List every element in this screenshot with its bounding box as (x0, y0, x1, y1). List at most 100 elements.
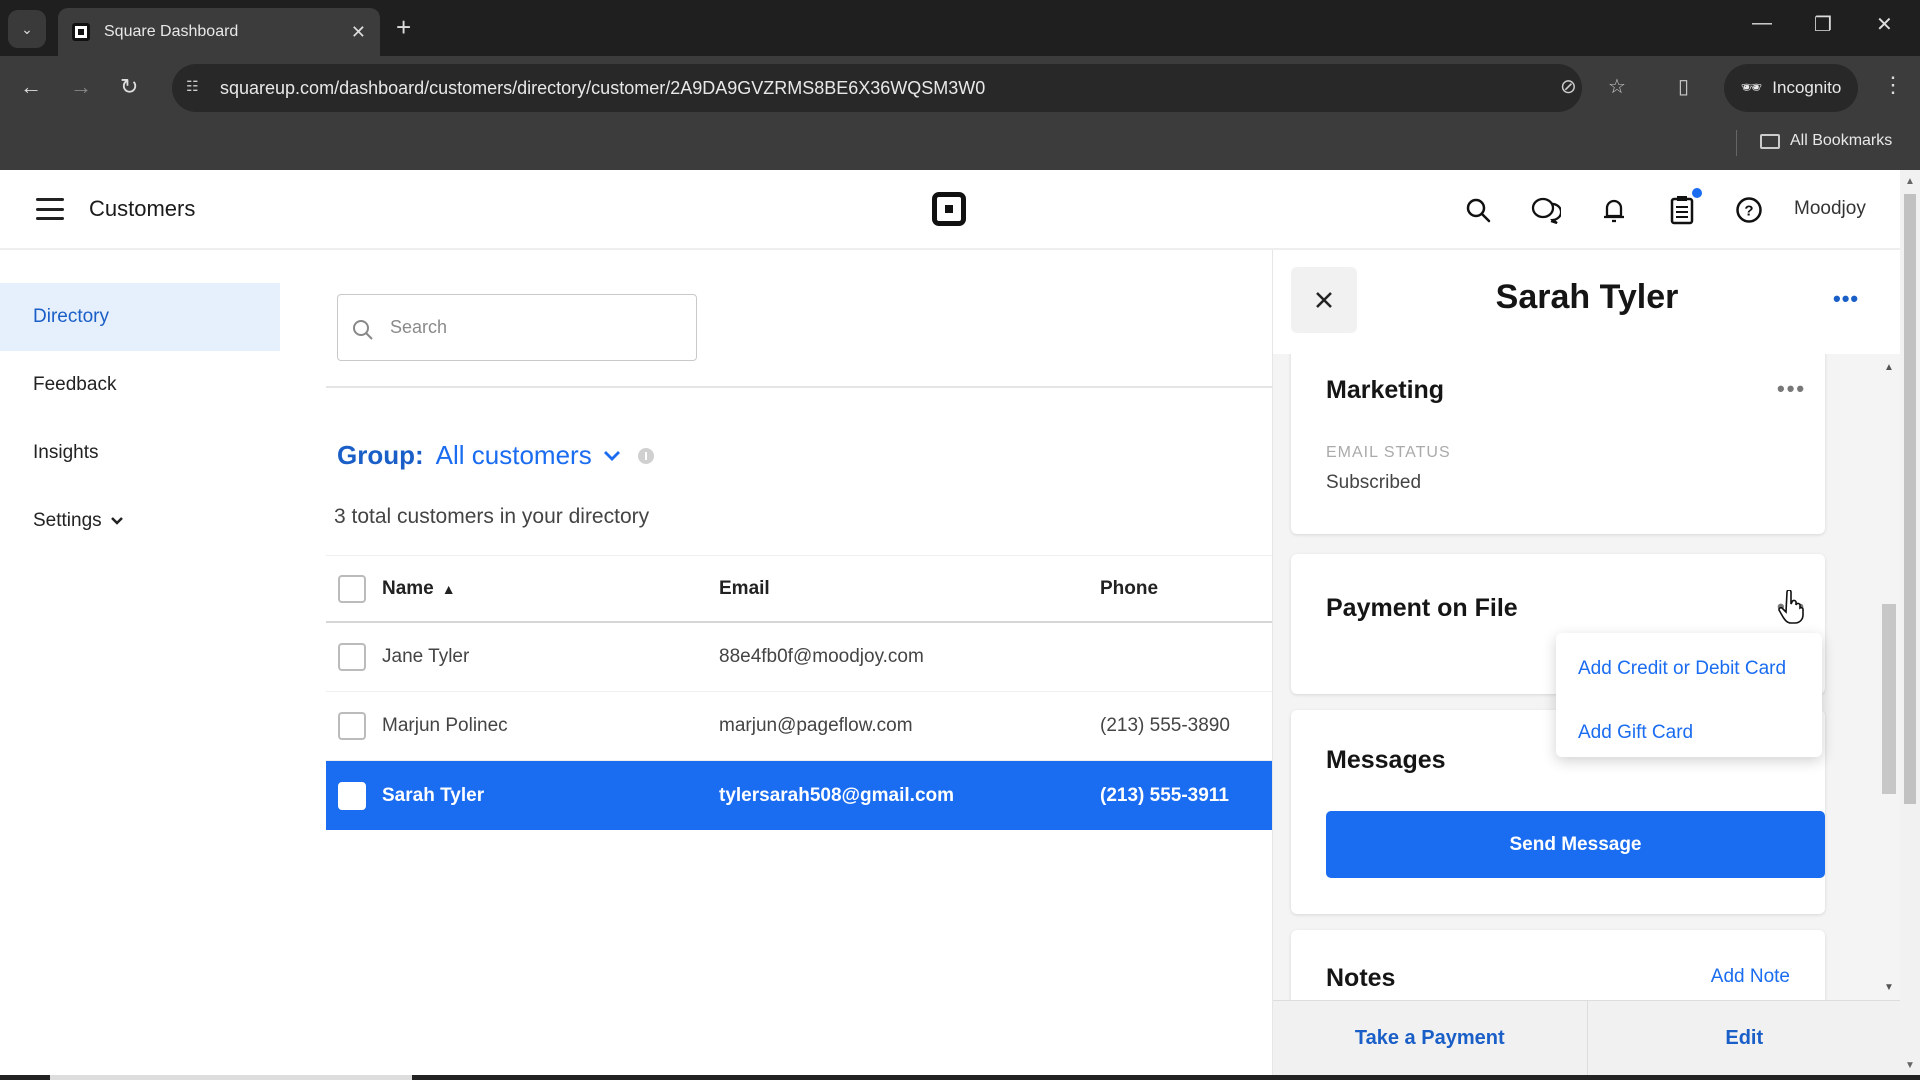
group-dropdown[interactable]: All customers (436, 440, 592, 471)
all-bookmarks-label: All Bookmarks (1790, 132, 1893, 149)
url-text: squareup.com/dashboard/customers/directo… (220, 77, 986, 98)
reload-icon[interactable]: ↻ (120, 74, 138, 100)
window-close-icon[interactable]: ✕ (1876, 12, 1893, 37)
customer-email: tylersarah508@gmail.com (719, 784, 955, 806)
search-placeholder: Search (390, 317, 448, 337)
chevron-down-icon[interactable] (602, 449, 622, 463)
incognito-button[interactable]: 🕶 Incognito (1724, 64, 1858, 112)
sidebar-item-label: Insights (33, 442, 99, 463)
tab-close-icon[interactable]: ✕ (351, 22, 366, 43)
more-options-icon[interactable]: ••• (1777, 376, 1806, 402)
minimize-icon[interactable]: — (1752, 12, 1772, 35)
payment-options-menu: Add Credit or Debit Card Add Gift Card (1556, 633, 1822, 757)
search-icon[interactable] (1462, 194, 1494, 226)
notes-card: Notes Add Note (1291, 930, 1825, 1000)
email-status-value: Subscribed (1326, 472, 1422, 493)
scroll-up-icon[interactable]: ▲ (1884, 362, 1894, 373)
page-scrollbar[interactable]: ▲ ▼ (1900, 170, 1920, 1075)
bell-icon[interactable] (1598, 194, 1630, 226)
panel-footer: Take a Payment Edit (1273, 1000, 1900, 1075)
column-header-name[interactable]: Name ▲ (382, 578, 456, 600)
menu-item-add-gift-card[interactable]: Add Gift Card (1578, 722, 1693, 744)
site-info-icon[interactable]: ☷ (186, 78, 206, 98)
clipboard-icon[interactable] (1666, 188, 1702, 226)
more-options-icon[interactable]: ••• (1833, 286, 1859, 312)
email-status-label: EMAIL STATUS (1326, 444, 1451, 461)
scrollbar-thumb[interactable] (1882, 604, 1896, 794)
scroll-up-icon[interactable]: ▲ (1905, 176, 1915, 187)
sidebar-item-feedback[interactable]: Feedback (0, 351, 280, 419)
account-menu[interactable]: Moodjoy (1794, 198, 1866, 220)
customer-count: 3 total customers in your directory (334, 505, 650, 528)
card-title: Marketing (1326, 376, 1445, 404)
hamburger-icon[interactable] (36, 198, 64, 220)
url-input[interactable]: ☷ squareup.com/dashboard/customers/direc… (172, 64, 1582, 112)
send-message-button[interactable]: Send Message (1326, 811, 1825, 878)
row-checkbox[interactable] (338, 712, 366, 740)
chat-icon[interactable] (1530, 194, 1562, 226)
incognito-icon: 🕶 (1740, 78, 1763, 97)
row-checkbox[interactable] (338, 643, 366, 671)
all-bookmarks-button[interactable]: All Bookmarks (1760, 132, 1892, 150)
panel-scrollbar[interactable]: ▲ ▼ (1877, 354, 1900, 1000)
sidebar-item-insights[interactable]: Insights (0, 419, 280, 487)
customer-name: Marjun Polinec (382, 715, 508, 736)
forward-icon[interactable]: → (70, 74, 92, 100)
sidebar-item-settings[interactable]: Settings (0, 487, 280, 555)
menu-icon[interactable]: ⋮ (1882, 72, 1904, 98)
horizontal-scrollbar[interactable] (0, 1075, 1920, 1080)
group-filter: Group: All customers (337, 440, 654, 471)
tab-search-button[interactable]: ⌄ (8, 10, 46, 48)
sort-asc-icon: ▲ (441, 580, 456, 597)
info-icon[interactable] (637, 447, 654, 464)
panel-header: Sarah Tyler ••• (1273, 250, 1900, 354)
square-favicon-icon (72, 23, 90, 41)
table-row-selected[interactable]: Sarah Tyler tylersarah508@gmail.com (213… (326, 761, 1272, 830)
browser-tab[interactable]: Square Dashboard ✕ (58, 8, 380, 56)
take-payment-button[interactable]: Take a Payment (1273, 1001, 1587, 1075)
notification-dot (1692, 188, 1702, 198)
menu-item-add-card[interactable]: Add Credit or Debit Card (1578, 658, 1786, 680)
sidebar-item-directory[interactable]: Directory (0, 283, 280, 351)
scroll-down-icon[interactable]: ▼ (1905, 1060, 1915, 1071)
app: Customers ? Moodjoy Directory Feedback I… (0, 170, 1900, 1075)
page-title: Customers (89, 196, 196, 221)
restore-icon[interactable]: ❐ (1814, 12, 1832, 37)
bookmarks-bar: All Bookmarks (0, 120, 1920, 170)
table-row[interactable]: Marjun Polinec marjun@pageflow.com (213)… (326, 692, 1272, 761)
chevron-down-icon (110, 517, 123, 525)
edit-button[interactable]: Edit (1586, 1001, 1901, 1075)
table-header: Name ▲ Email Phone (326, 556, 1272, 623)
scrollbar-thumb[interactable] (1904, 194, 1916, 804)
help-icon[interactable]: ? (1733, 194, 1765, 226)
eye-off-icon[interactable]: ⊘ (1560, 74, 1577, 99)
address-bar: ← → ↻ ☷ squareup.com/dashboard/customers… (0, 56, 1920, 120)
row-checkbox[interactable] (338, 781, 366, 810)
tab-title: Square Dashboard (104, 23, 239, 40)
browser-tab-bar: ⌄ Square Dashboard ✕ + — ❐ ✕ (0, 0, 1920, 56)
add-note-link[interactable]: Add Note (1711, 966, 1790, 988)
new-tab-icon[interactable]: + (396, 12, 411, 43)
back-icon[interactable]: ← (20, 74, 42, 100)
star-icon[interactable]: ☆ (1608, 74, 1626, 99)
customer-email: marjun@pageflow.com (719, 715, 913, 736)
table-row[interactable]: Jane Tyler 88e4fb0f@moodjoy.com (326, 623, 1272, 692)
side-panel-icon[interactable]: ▯ (1678, 74, 1689, 99)
app-header: Customers ? Moodjoy (0, 170, 1900, 250)
scroll-down-icon[interactable]: ▼ (1884, 982, 1894, 993)
group-label: Group: (337, 440, 424, 470)
customer-phone: (213) 555-3890 (1100, 715, 1230, 736)
sidebar: Directory Feedback Insights Settings (0, 250, 280, 1075)
customer-phone: (213) 555-3911 (1100, 784, 1229, 806)
square-logo[interactable] (932, 192, 966, 226)
customer-email: 88e4fb0f@moodjoy.com (719, 646, 924, 667)
folder-icon (1760, 133, 1780, 149)
column-header-phone: Phone (1100, 577, 1159, 599)
svg-text:?: ? (1744, 203, 1753, 220)
divider (326, 386, 1272, 388)
incognito-label: Incognito (1772, 78, 1842, 97)
card-title: Notes (1326, 964, 1396, 992)
search-input[interactable]: Search (337, 294, 697, 361)
search-icon (353, 320, 373, 340)
select-all-checkbox[interactable] (338, 574, 366, 603)
